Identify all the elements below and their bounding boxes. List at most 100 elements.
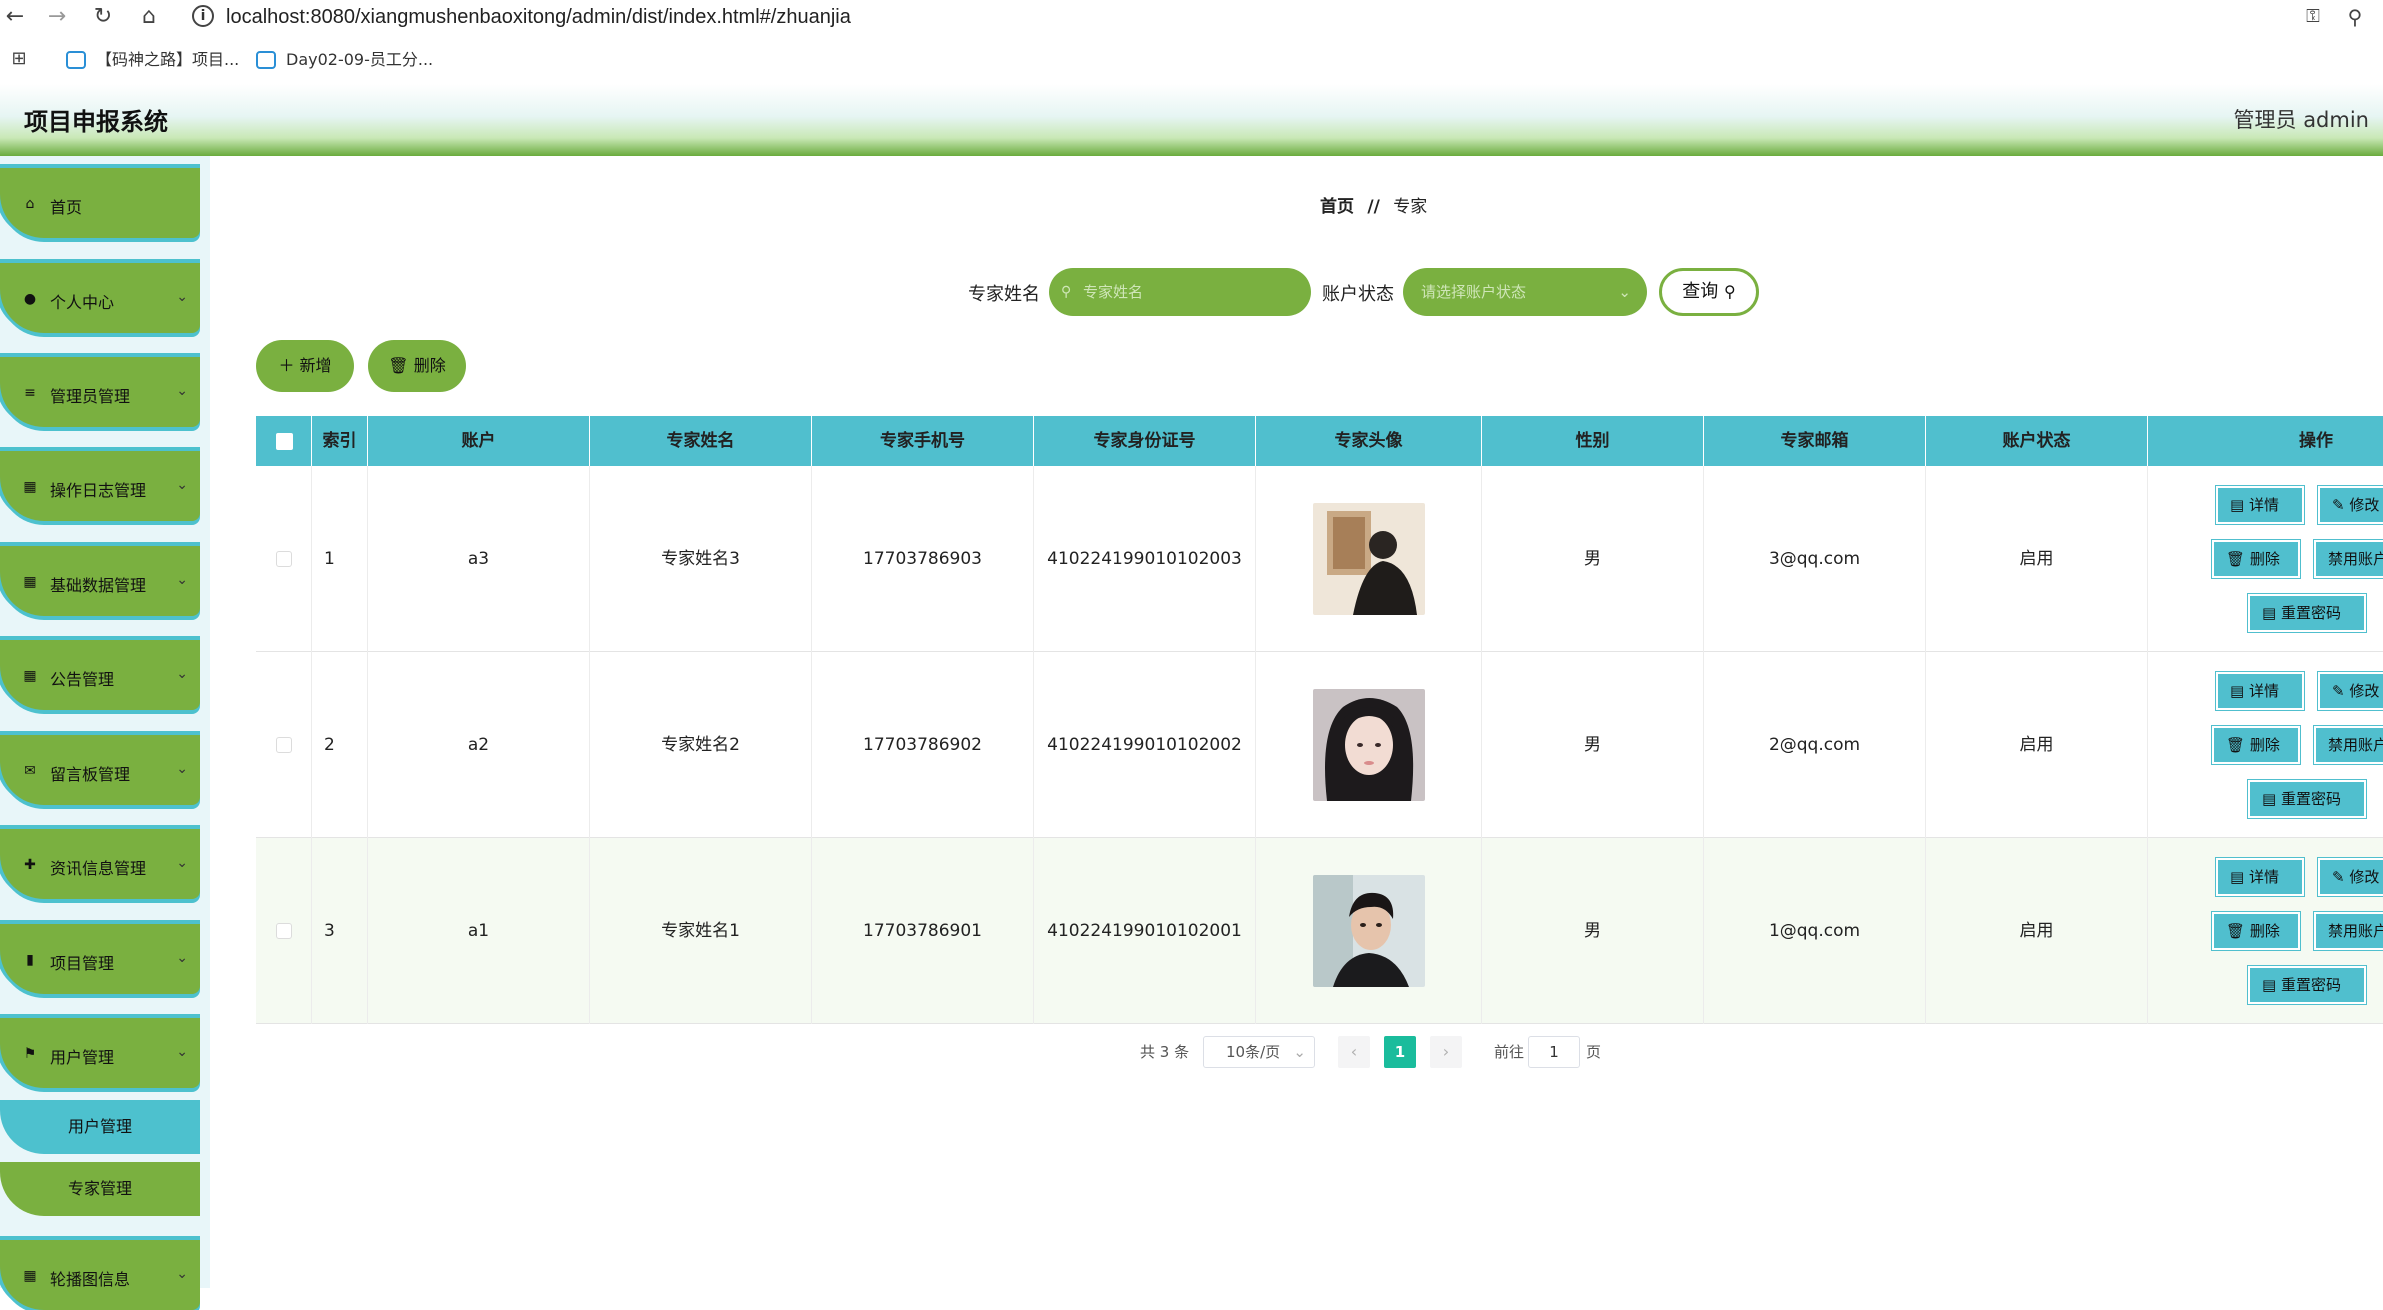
expert-avatar-image[interactable] (1313, 689, 1425, 801)
cell-email: 2@qq.com (1704, 652, 1926, 838)
goto-label: 前往 (1494, 1043, 1525, 1061)
trash-icon: 🗑 (388, 356, 409, 375)
chevron-down-icon: ⌄ (176, 666, 188, 682)
prev-page-button[interactable]: ‹ (1338, 1036, 1370, 1068)
delete-label: 删除 (2249, 922, 2280, 940)
sidebar-item-base-data[interactable]: ▦ 基础数据管理 ⌄ (0, 542, 200, 616)
cell-index: 2 (312, 652, 368, 838)
home-icon[interactable]: ⌂ (134, 2, 164, 32)
query-button[interactable]: 查询 ⚲ (1659, 268, 1759, 316)
delete-button[interactable]: 🗑 删除 (2212, 726, 2300, 764)
sidebar-item-projects[interactable]: ▮ 项目管理 ⌄ (0, 920, 200, 994)
row-checkbox[interactable] (276, 737, 292, 753)
page-unit-label: 页 (1586, 1043, 1602, 1061)
grid-icon: ▦ (23, 574, 37, 590)
batch-delete-label: 删除 (413, 356, 446, 375)
sidebar-item-home[interactable]: ⌂ 首页 (0, 164, 200, 238)
page-size-select[interactable]: 10条/页 ⌄ (1203, 1036, 1315, 1068)
next-page-button[interactable]: › (1430, 1036, 1462, 1068)
row-checkbox[interactable] (276, 551, 292, 567)
sidebar-item-news[interactable]: ✚ 资讯信息管理 ⌄ (0, 825, 200, 899)
site-info-icon[interactable]: i (192, 5, 214, 27)
add-button[interactable]: ＋ 新增 (256, 340, 354, 392)
reset-label: 重置密码 (2280, 976, 2341, 994)
row-select-cell (256, 652, 312, 838)
detail-button[interactable]: ▤ 详情 (2216, 486, 2304, 524)
delete-button[interactable]: 🗑 删除 (2212, 540, 2300, 578)
reset-label: 重置密码 (2280, 790, 2341, 808)
search-icon: ⚲ (1724, 282, 1736, 301)
sidebar-item-logs[interactable]: ▦ 操作日志管理 ⌄ (0, 447, 200, 521)
disable-account-button[interactable]: 禁用账户 (2314, 912, 2383, 950)
goto-page-input[interactable]: 1 (1528, 1036, 1580, 1068)
reset-password-button[interactable]: ▤ 重置密码 (2248, 594, 2366, 632)
col-index: 索引 (312, 416, 368, 466)
chevron-down-icon: ⌄ (176, 477, 188, 493)
chevron-down-icon: ⌄ (1293, 1043, 1306, 1061)
disable-account-button[interactable]: 禁用账户 (2314, 726, 2383, 764)
cell-phone: 17703786903 (812, 466, 1034, 652)
breadcrumb-current: 专家 (1393, 197, 1428, 217)
edit-label: 修改 (2349, 682, 2380, 700)
cell-name: 专家姓名1 (590, 838, 812, 1024)
sidebar-item-users[interactable]: ⚑ 用户管理 ⌄ (0, 1014, 200, 1088)
chevron-right-icon: › (1442, 1042, 1450, 1061)
sidebar-item-messages[interactable]: ✉ 留言板管理 ⌄ (0, 731, 200, 805)
sidebar-item-admins[interactable]: ≡ 管理员管理 ⌄ (0, 353, 200, 427)
expert-name-input[interactable]: ⚲ 专家姓名 (1049, 268, 1311, 316)
app-header: 项目申报系统 管理员 admin (0, 84, 2383, 156)
delete-label: 删除 (2249, 736, 2280, 754)
chart-icon: ▮ (26, 952, 34, 968)
expert-avatar-image[interactable] (1313, 503, 1425, 615)
edit-button[interactable]: ✎ 修改 (2318, 672, 2383, 710)
reset-password-button[interactable]: ▤ 重置密码 (2248, 780, 2366, 818)
row-checkbox[interactable] (276, 923, 292, 939)
submenu-item-expert-management[interactable]: 专家管理 (0, 1162, 200, 1216)
cell-gender: 男 (1482, 466, 1704, 652)
edit-button[interactable]: ✎ 修改 (2318, 486, 2383, 524)
detail-button[interactable]: ▤ 详情 (2216, 672, 2304, 710)
sidebar-item-label: 操作日志管理 (50, 481, 147, 500)
account-status-placeholder: 请选择账户状态 (1421, 283, 1527, 301)
bookmark-2[interactable]: Day02-09-员工分... (256, 48, 433, 72)
cell-id-card: 410224199010102002 (1034, 652, 1256, 838)
delete-button[interactable]: 🗑 删除 (2212, 912, 2300, 950)
select-all-checkbox[interactable] (276, 433, 293, 450)
expert-avatar-image[interactable] (1313, 875, 1425, 987)
sidebar-item-notices[interactable]: ▦ 公告管理 ⌄ (0, 636, 200, 710)
reset-password-button[interactable]: ▤ 重置密码 (2248, 966, 2366, 1004)
submenu-item-user-management[interactable]: 用户管理 (0, 1100, 200, 1154)
bookmark-1[interactable]: 【码神之路】项目... (66, 48, 239, 72)
page-number-current[interactable]: 1 (1384, 1036, 1416, 1068)
zoom-icon[interactable]: ⚲ (2340, 2, 2370, 32)
sidebar-item-personal[interactable]: ● 个人中心 ⌄ (0, 259, 200, 333)
disable-account-button[interactable]: 禁用账户 (2314, 540, 2383, 578)
sidebar: ⌂ 首页 ● 个人中心 ⌄ ≡ 管理员管理 ⌄ ▦ 操作日志管理 ⌄ ▦ 基础数… (0, 156, 210, 1310)
account-status-label: 账户状态 (1322, 284, 1394, 305)
document-icon: ▤ (2262, 604, 2281, 622)
batch-delete-button[interactable]: 🗑 删除 (368, 340, 466, 392)
sidebar-item-carousel[interactable]: ▦ 轮播图信息 ⌄ (0, 1236, 200, 1310)
forward-icon[interactable]: → (42, 2, 72, 32)
col-name: 专家姓名 (590, 416, 812, 466)
cell-phone: 17703786901 (812, 838, 1034, 1024)
reload-icon[interactable]: ↻ (88, 2, 118, 32)
chevron-down-icon: ⌄ (176, 572, 188, 588)
sidebar-item-label: 基础数据管理 (50, 576, 147, 595)
apps-grid-icon[interactable]: ⊞ (4, 44, 34, 74)
breadcrumb-home[interactable]: 首页 (1320, 197, 1354, 217)
account-status-select[interactable]: 请选择账户状态 ⌄ (1403, 268, 1647, 316)
back-icon[interactable]: ← (0, 2, 30, 32)
detail-button[interactable]: ▤ 详情 (2216, 858, 2304, 896)
key-icon[interactable]: ⚿ (2298, 2, 2328, 32)
address-bar[interactable]: localhost:8080/xiangmushenbaoxitong/admi… (226, 3, 851, 31)
col-actions: 操作 (2299, 431, 2333, 451)
sidebar-item-label: 资讯信息管理 (50, 859, 147, 878)
admin-user-label[interactable]: 管理员 admin (2234, 104, 2369, 134)
bookmarks-bar: ⊞ 【码神之路】项目... Day02-09-员工分... (0, 36, 2383, 84)
col-avatar: 专家头像 (1256, 416, 1482, 466)
like-icon: ✚ (24, 857, 36, 873)
page-size-value: 10条/页 (1226, 1043, 1281, 1061)
edit-button[interactable]: ✎ 修改 (2318, 858, 2383, 896)
cell-account: a2 (368, 652, 590, 838)
